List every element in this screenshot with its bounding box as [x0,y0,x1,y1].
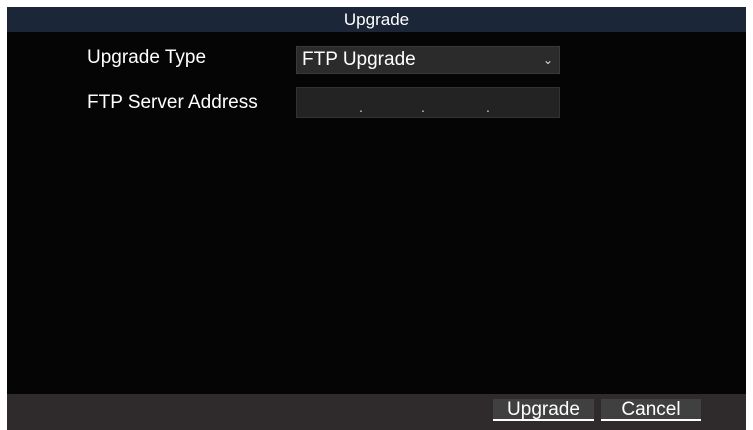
upgrade-type-select[interactable]: FTP Upgrade ⌄ [296,46,560,74]
ftp-server-address-label: FTP Server Address [87,92,258,113]
ip-octet-separator: . [359,99,363,115]
upgrade-button[interactable]: Upgrade [493,399,594,421]
upgrade-type-label: Upgrade Type [87,47,207,68]
upgrade-type-value: FTP Upgrade [302,49,416,70]
dialog-title: Upgrade [7,7,746,32]
chevron-down-icon[interactable]: ⌄ [543,47,553,73]
cancel-button[interactable]: Cancel [601,399,701,421]
dialog-footer: Upgrade Cancel [7,394,746,430]
ftp-server-address-input[interactable]: . . . [296,87,560,118]
ip-octet-separator: . [486,99,490,115]
upgrade-dialog: Upgrade Upgrade Type FTP Upgrade ⌄ FTP S… [7,7,746,430]
ip-octet-separator: . [421,99,425,115]
